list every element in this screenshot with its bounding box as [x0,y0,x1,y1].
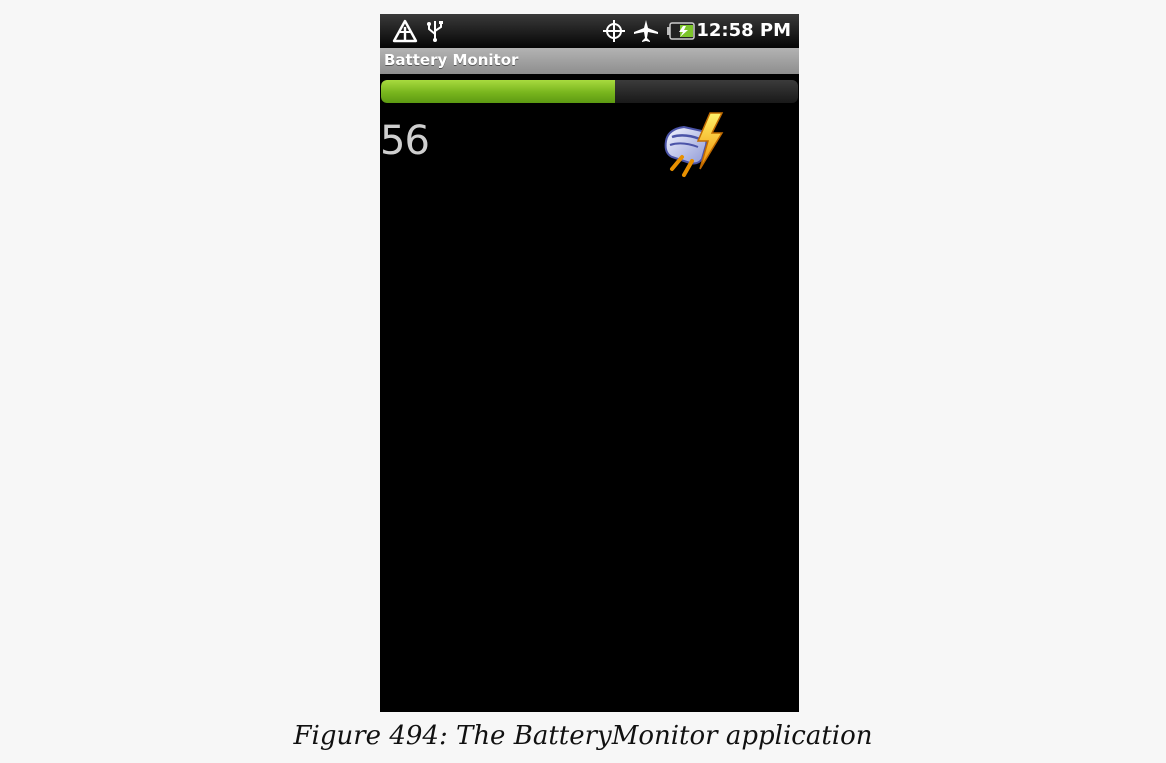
phone-screen: 12:58 PM Battery Monitor 56 [380,14,799,712]
plugged-charging-icon [662,111,728,185]
app-title: Battery Monitor [384,51,519,69]
gps-icon [602,19,626,47]
battery-charging-icon [667,22,695,44]
airplane-icon [633,19,659,47]
figure-caption: Figure 494: The BatteryMonitor applicati… [293,721,873,751]
battery-level-text: 56 [380,118,430,164]
title-bar: Battery Monitor [380,48,799,74]
status-time: 12:58 PM [696,20,791,41]
battery-progress-fill [381,80,615,103]
status-bar: 12:58 PM [380,14,799,48]
usb-icon [425,19,445,47]
alert-triangle-icon [392,19,418,47]
battery-progress-bar [381,80,798,103]
